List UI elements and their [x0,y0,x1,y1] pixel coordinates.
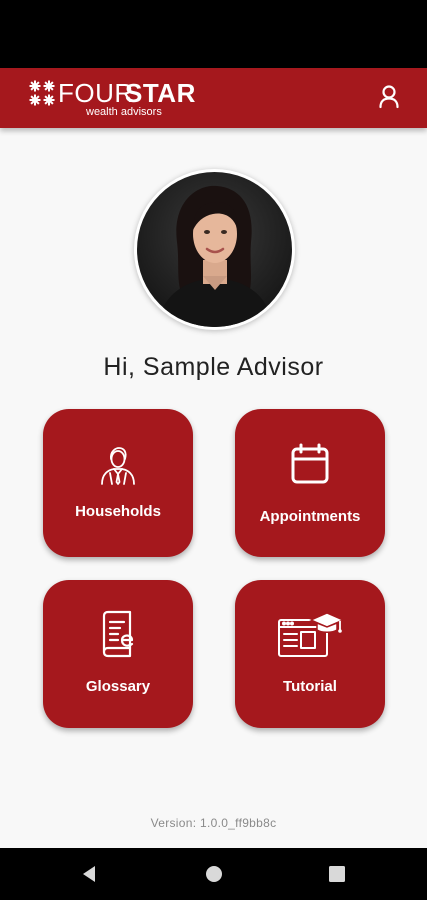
recents-button[interactable] [325,862,349,886]
households-tile[interactable]: Households [43,409,193,557]
brand-logo: FOUR STAR wealth advisors [28,78,203,120]
households-label: Households [75,503,161,520]
appointments-label: Appointments [259,508,361,525]
system-navigation-bar [0,848,427,900]
brand-name-four: FOUR [58,78,134,108]
home-icon [206,866,222,882]
greeting-text: Hi, Sample Advisor [103,353,324,381]
advisor-photo [137,172,292,327]
brand-name-star: STAR [125,78,196,108]
version-text: Version: 1.0.0_ff9bb8c [150,816,277,830]
brand-tagline: wealth advisors [86,106,162,118]
app-bar: FOUR STAR wealth advisors [0,68,427,128]
back-button[interactable] [78,862,102,886]
appointments-tile[interactable]: Appointments [235,409,385,557]
back-icon [83,866,95,882]
recents-icon [329,866,345,882]
glossary-tile[interactable]: Glossary [43,580,193,728]
calendar-icon [291,443,329,484]
home-button[interactable] [202,862,226,886]
profile-button[interactable] [372,80,406,114]
book-icon [102,610,134,658]
user-icon [379,85,399,109]
person-in-suit-icon [101,447,135,485]
star-logo-icon [29,80,55,106]
tutorial-tile[interactable]: Tutorial [235,580,385,728]
tutorial-label: Tutorial [283,678,337,695]
online-course-icon [278,612,343,657]
glossary-label: Glossary [85,678,151,695]
status-bar [0,0,427,68]
advisor-avatar [134,169,295,330]
